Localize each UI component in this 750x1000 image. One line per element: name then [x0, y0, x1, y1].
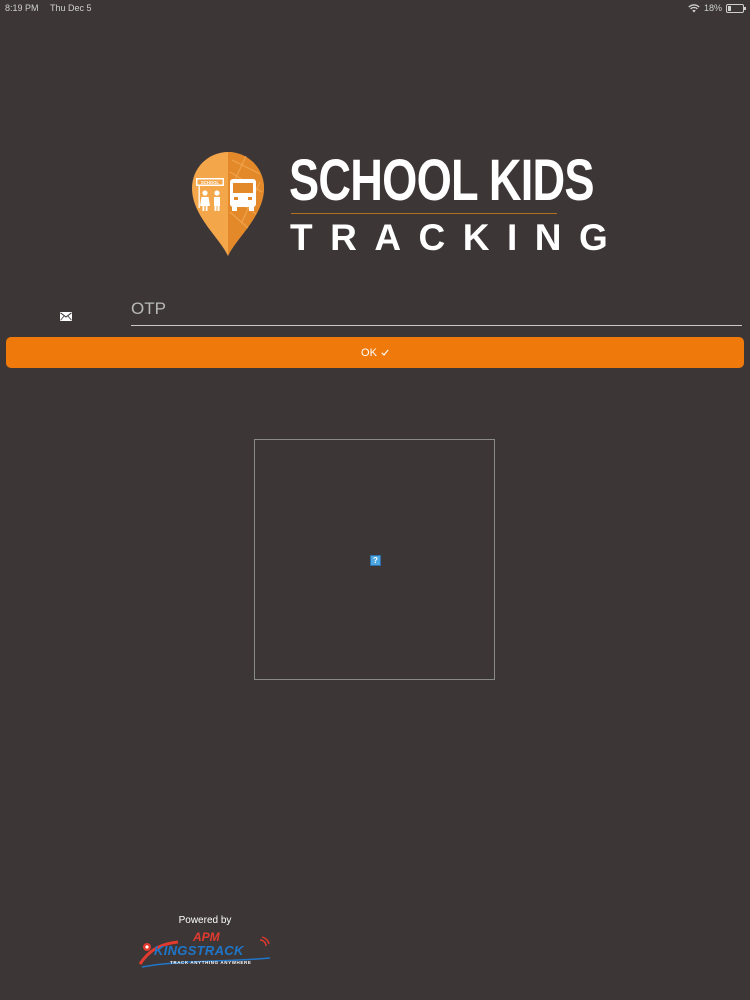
battery-percent: 18%	[703, 3, 722, 13]
logo-title: SCHOOL KIDS	[289, 148, 595, 213]
checkmark-icon	[381, 349, 389, 356]
logo-divider	[291, 213, 557, 214]
status-left: 8:19 PM Thu Dec 5	[5, 3, 92, 13]
brand-name: KINGSTRACK	[154, 943, 244, 958]
status-right: 18%	[688, 3, 746, 13]
sign-text: SCHOOL	[201, 180, 219, 185]
bus-icon	[230, 179, 256, 211]
status-bar: 8:19 PM Thu Dec 5 18%	[0, 0, 750, 16]
ok-button-label: OK	[361, 346, 377, 359]
wifi-icon	[688, 3, 700, 12]
battery-icon	[726, 3, 746, 13]
battery-fill	[728, 5, 731, 11]
powered-by-label: Powered by	[178, 915, 232, 926]
image-placeholder: ?	[254, 439, 495, 680]
status-time: 8:19 PM	[5, 3, 39, 13]
otp-input[interactable]	[131, 292, 742, 326]
broken-image-icon: ?	[370, 555, 381, 566]
location-pin-icon: SCHOOL	[192, 152, 264, 256]
otp-row	[0, 292, 750, 332]
logo-subtitle: TRACKING	[290, 217, 626, 258]
brand-prefix: APM	[193, 930, 220, 944]
app-logo: SCHOOL SCHOOL KIDS TRACKING	[190, 150, 608, 260]
ok-button[interactable]: OK	[6, 337, 744, 368]
mail-icon	[60, 312, 72, 321]
kingstrack-logo: APM KINGSTRACK TRACK ANYTHING ANYWHERE	[138, 930, 272, 970]
status-date: Thu Dec 5	[50, 3, 92, 13]
brand-tagline: TRACK ANYTHING ANYWHERE	[170, 960, 252, 965]
